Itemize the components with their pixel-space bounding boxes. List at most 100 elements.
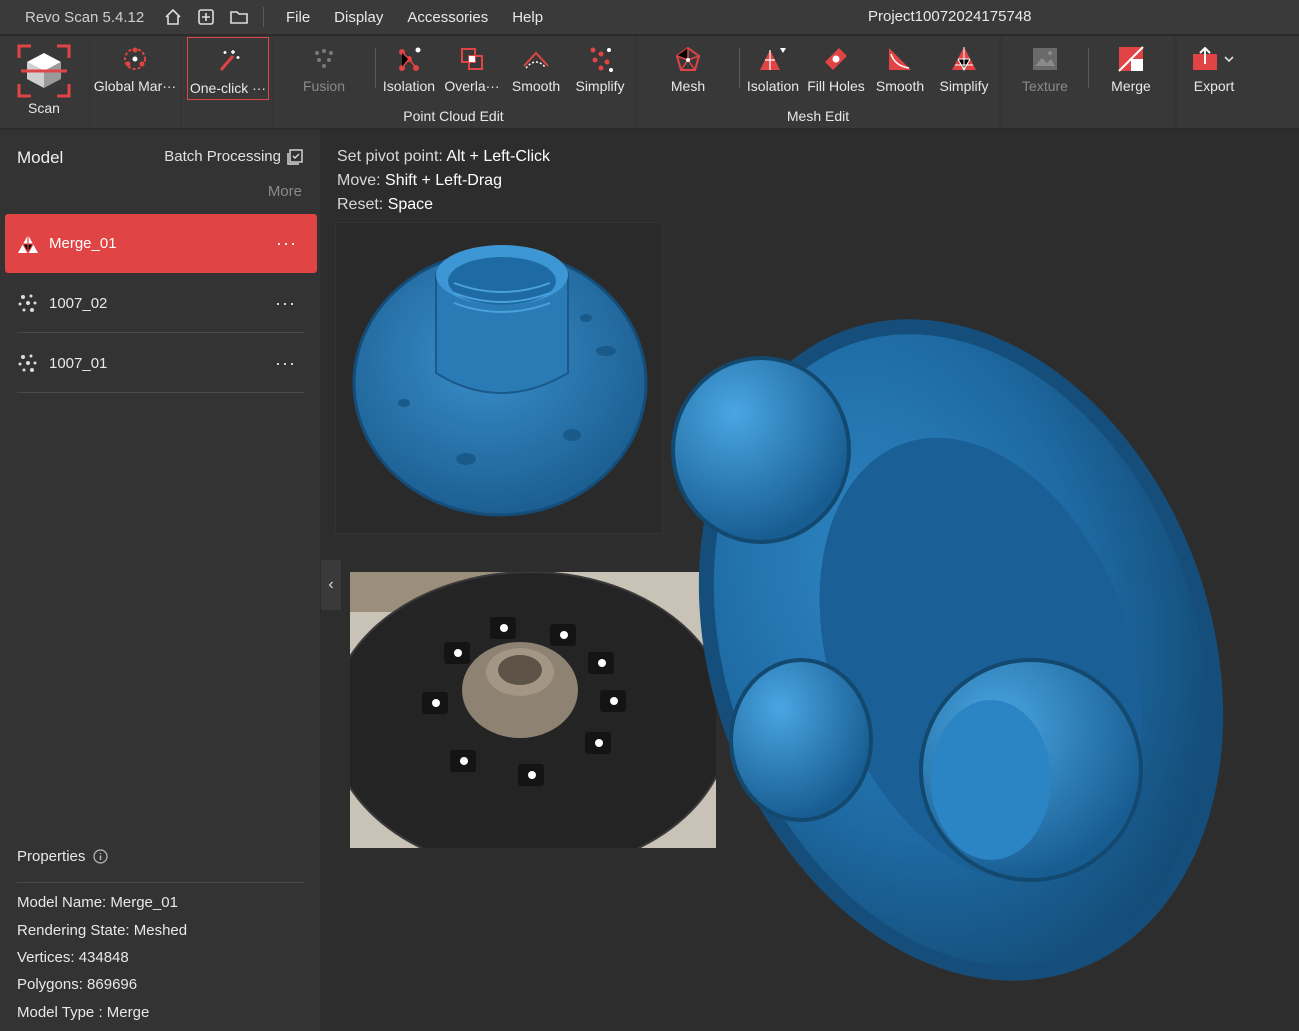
title-separator xyxy=(263,7,264,27)
export-button[interactable]: Export xyxy=(1178,36,1250,102)
texture-button[interactable]: Texture xyxy=(1009,36,1081,102)
texture-icon xyxy=(1030,44,1060,74)
global-markers-button[interactable]: Global Mar··· xyxy=(94,36,176,102)
mesh-smooth-button[interactable]: Smooth xyxy=(864,36,936,102)
pc-isolation-label: Isolation xyxy=(382,78,436,94)
prop-rendering-state: Rendering State: Meshed xyxy=(17,922,188,939)
mesh-isolation-button[interactable]: Isolation xyxy=(737,36,809,102)
3d-viewport[interactable]: Set pivot point: Alt + Left-Click Move: … xyxy=(321,130,1299,1031)
more-link[interactable]: More xyxy=(268,183,302,200)
point-cloud-model-icon xyxy=(17,292,39,314)
prop-model-name: Model Name: Merge_01 xyxy=(17,894,178,911)
fill-holes-icon xyxy=(821,44,851,74)
texture-label: Texture xyxy=(1022,78,1068,94)
open-folder-icon[interactable] xyxy=(229,7,249,27)
toolbar-separator xyxy=(1088,48,1089,88)
prop-vertices: Vertices: 434848 xyxy=(17,949,129,966)
export-label: Export xyxy=(1193,78,1235,94)
model-sidebar: Model Batch Processing More Merge_01 ···… xyxy=(0,130,320,1031)
prop-model-type: Model Type : Merge xyxy=(17,1004,150,1021)
one-click-label: One-click ··· xyxy=(189,80,267,96)
simplify-icon xyxy=(585,44,615,74)
properties-divider xyxy=(17,882,305,883)
model-name: 1007_02 xyxy=(49,294,108,312)
scan-cube-icon xyxy=(17,44,71,98)
fusion-button[interactable]: Fusion xyxy=(288,36,360,102)
new-project-icon[interactable] xyxy=(196,7,216,27)
texture-merge-group: Texture Merge xyxy=(1003,36,1173,128)
pc-overlap-label: Overla··· xyxy=(444,78,500,94)
mesh-smooth-icon xyxy=(885,44,915,74)
properties-title: Properties xyxy=(17,848,86,865)
point-cloud-edit-label: Point Cloud Edit xyxy=(403,108,504,124)
pc-isolation-button[interactable]: Isolation xyxy=(373,36,445,102)
model-name: Merge_01 xyxy=(49,235,117,252)
overlap-icon xyxy=(457,44,487,74)
global-markers-label: Global Mar··· xyxy=(93,78,177,94)
scanned-mesh-model[interactable] xyxy=(661,250,1261,1010)
collapse-sidebar-button[interactable]: ‹ xyxy=(321,560,341,610)
pc-smooth-button[interactable]: Smooth xyxy=(500,36,572,102)
batch-processing-button[interactable]: Batch Processing xyxy=(164,148,303,165)
export-group: Export xyxy=(1178,36,1299,128)
smooth-icon xyxy=(521,44,551,74)
batch-icon xyxy=(287,148,303,165)
model-item-1007-01[interactable]: 1007_01 ··· xyxy=(17,334,304,393)
hint-reset: Reset: Space xyxy=(337,196,434,213)
batch-processing-label: Batch Processing xyxy=(164,148,281,165)
menu-bar: File Display Accessories Help xyxy=(286,9,567,26)
app-title: Revo Scan 5.4.12 xyxy=(25,8,145,26)
fusion-icon xyxy=(309,44,339,74)
mesh-model-icon xyxy=(17,233,39,255)
mesh-label: Mesh xyxy=(670,78,706,94)
model-item-merge-01[interactable]: Merge_01 ··· xyxy=(5,214,317,273)
mesh-smooth-label: Smooth xyxy=(875,78,925,94)
home-icon[interactable] xyxy=(163,7,183,27)
scan-group: Scan xyxy=(0,36,89,128)
mesh-simplify-label: Simplify xyxy=(939,78,989,94)
point-cloud-edit-group: Fusion Isolation Overla··· Smooth Simpli… xyxy=(274,36,633,128)
isolation-icon xyxy=(394,44,424,74)
pc-smooth-label: Smooth xyxy=(511,78,561,94)
pc-simplify-button[interactable]: Simplify xyxy=(564,36,636,102)
menu-accessories[interactable]: Accessories xyxy=(407,9,488,26)
hint-move: Move: Shift + Left-Drag xyxy=(337,172,502,189)
model-item-1007-02[interactable]: 1007_02 ··· xyxy=(17,274,304,333)
fill-holes-label: Fill Holes xyxy=(807,78,865,94)
scan-label: Scan xyxy=(28,100,60,116)
one-click-group: One-click ··· xyxy=(182,36,272,128)
menu-help[interactable]: Help xyxy=(512,9,543,26)
model-options-button[interactable]: ··· xyxy=(275,353,296,374)
toolbar: Scan Global Mar··· One-click ··· Fusion xyxy=(0,36,1299,128)
scan-button[interactable]: Scan xyxy=(8,36,80,116)
mesh-edit-label: Mesh Edit xyxy=(786,108,850,124)
mesh-simplify-icon xyxy=(949,44,979,74)
mesh-simplify-button[interactable]: Simplify xyxy=(928,36,1000,102)
mesh-button[interactable]: Mesh xyxy=(652,36,724,102)
pc-simplify-label: Simplify xyxy=(575,78,625,94)
project-title: Project10072024175748 xyxy=(868,8,1032,25)
fill-holes-button[interactable]: Fill Holes xyxy=(800,36,872,102)
merge-label: Merge xyxy=(1111,78,1151,94)
point-cloud-model-icon xyxy=(17,352,39,374)
mesh-isolation-icon xyxy=(758,44,788,74)
magic-wand-icon xyxy=(213,46,243,76)
export-icon xyxy=(1191,44,1237,74)
mesh-icon xyxy=(673,44,703,74)
merge-button[interactable]: Merge xyxy=(1095,36,1167,102)
one-click-button[interactable]: One-click ··· xyxy=(187,37,269,100)
global-markers-group: Global Mar··· xyxy=(91,36,180,128)
model-panel-title: Model xyxy=(17,148,64,167)
model-name: 1007_01 xyxy=(49,354,108,372)
properties-header: Properties xyxy=(17,848,108,865)
menu-file[interactable]: File xyxy=(286,9,310,26)
mesh-preview-thumbnail xyxy=(335,222,663,534)
global-markers-icon xyxy=(120,44,150,74)
model-options-button[interactable]: ··· xyxy=(276,233,297,254)
model-options-button[interactable]: ··· xyxy=(275,293,296,314)
mesh-isolation-label: Isolation xyxy=(746,78,800,94)
menu-display[interactable]: Display xyxy=(334,9,383,26)
pc-overlap-button[interactable]: Overla··· xyxy=(436,36,508,102)
mesh-edit-group: Mesh Isolation Fill Holes Smooth Simplif… xyxy=(638,36,998,128)
info-icon[interactable] xyxy=(93,849,108,864)
